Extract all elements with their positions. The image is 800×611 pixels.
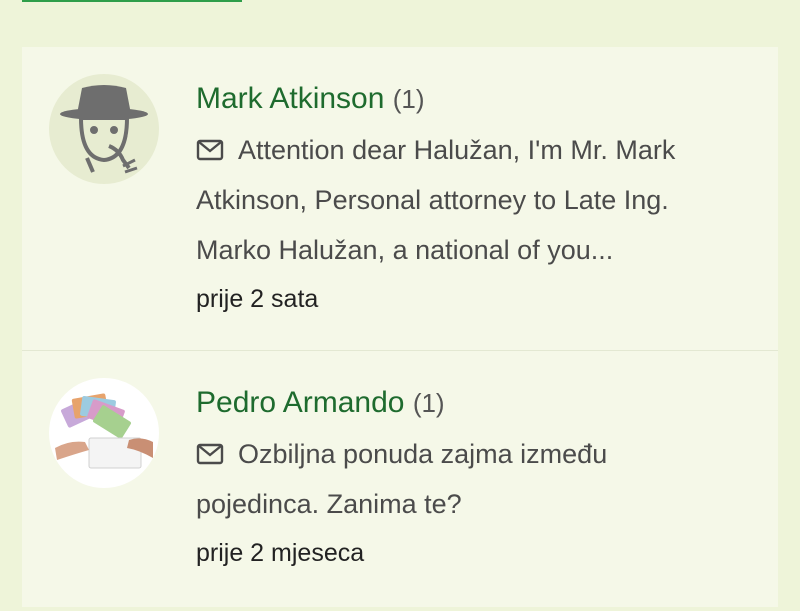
- sender-line: Pedro Armando (1): [196, 379, 758, 427]
- sender-name[interactable]: Pedro Armando: [196, 386, 404, 419]
- money-envelope-avatar-icon: [55, 393, 153, 469]
- message-time: prije 2 mjeseca: [196, 539, 365, 567]
- message-item[interactable]: Mark Atkinson (1) Attention dear Halužan…: [22, 47, 778, 351]
- sender-name[interactable]: Mark Atkinson: [196, 82, 384, 115]
- message-count: (1): [412, 388, 445, 418]
- sender-line: Mark Atkinson (1): [196, 75, 758, 123]
- message-preview-text: Ozbiljna ponuda zajma između pojedinca. …: [196, 439, 608, 519]
- message-preview[interactable]: Ozbiljna ponuda zajma između pojedinca. …: [196, 429, 736, 529]
- message-item[interactable]: Pedro Armando (1) Ozbiljna ponuda zajma …: [22, 351, 778, 611]
- message-content: Mark Atkinson (1) Attention dear Halužan…: [196, 75, 758, 323]
- message-time: prije 2 sata: [196, 285, 319, 313]
- message-preview[interactable]: Attention dear Halužan, I'm Mr. Mark Atk…: [196, 125, 736, 275]
- avatar[interactable]: [49, 378, 159, 488]
- message-content: Pedro Armando (1) Ozbiljna ponuda zajma …: [196, 379, 758, 577]
- message-count: (1): [392, 84, 425, 114]
- spy-hat-avatar-icon: [60, 85, 148, 174]
- envelope-icon: [196, 443, 224, 465]
- top-action-button[interactable]: [22, 0, 242, 2]
- envelope-icon: [196, 139, 224, 161]
- avatar[interactable]: [49, 74, 159, 184]
- message-list: Mark Atkinson (1) Attention dear Halužan…: [22, 47, 778, 607]
- message-preview-text: Attention dear Halužan, I'm Mr. Mark Atk…: [196, 135, 676, 265]
